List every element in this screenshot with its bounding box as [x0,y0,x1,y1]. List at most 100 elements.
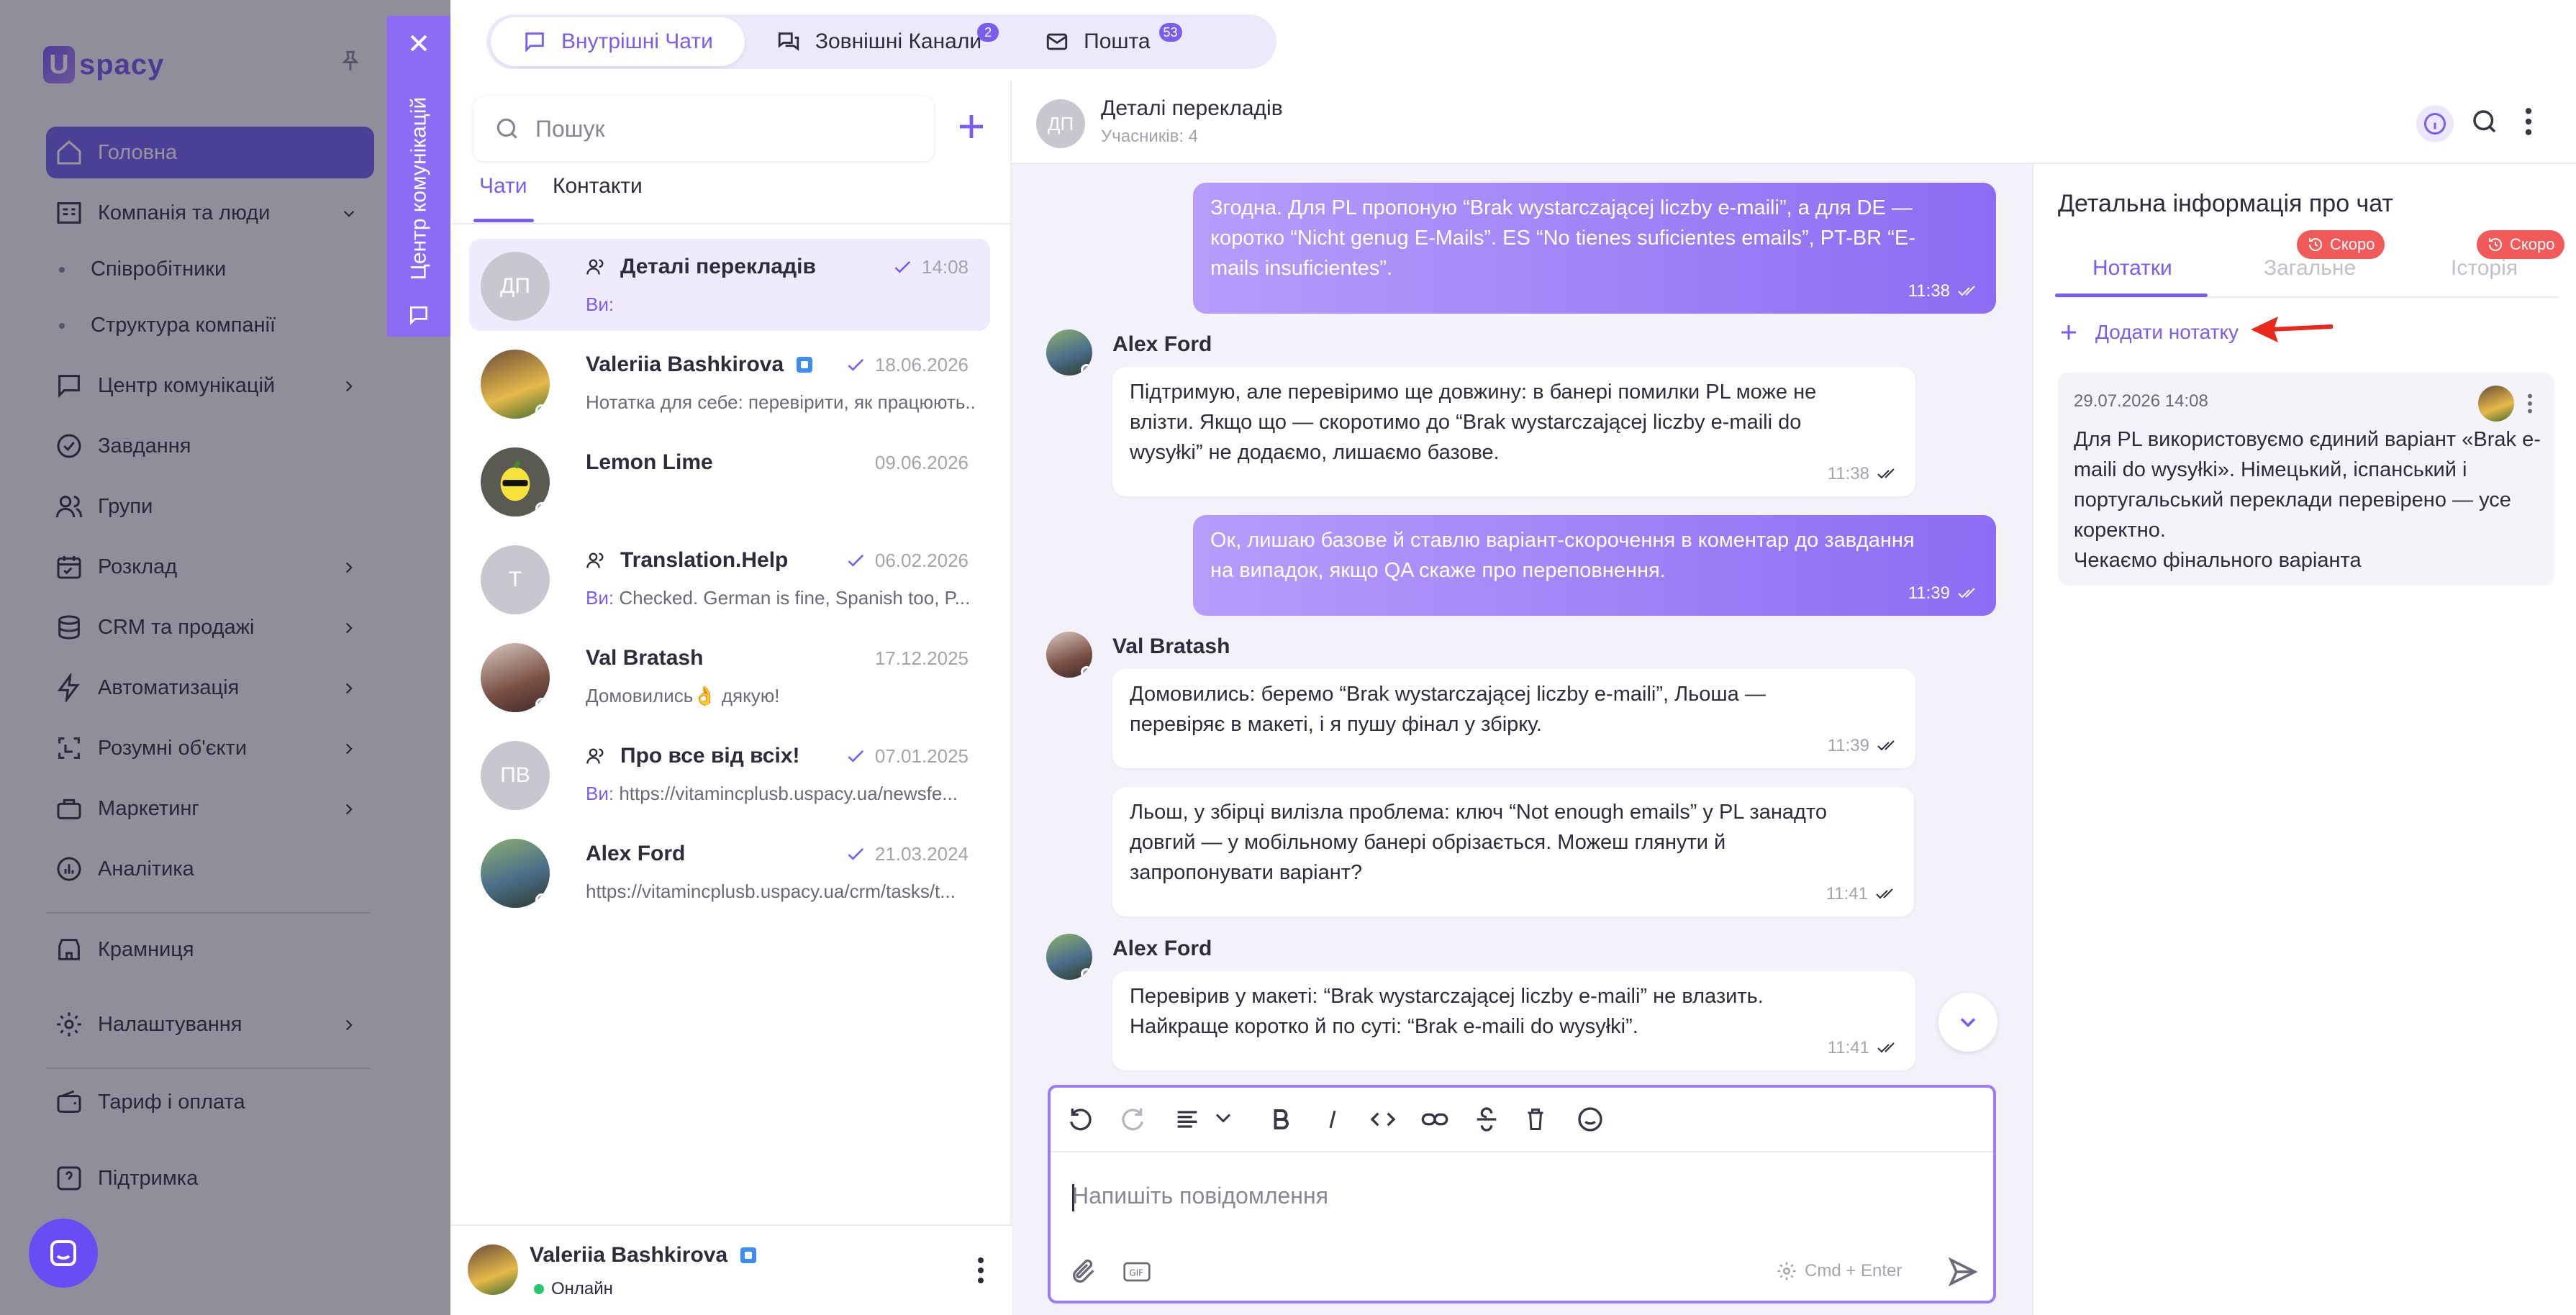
gif-icon[interactable]: GIF [1123,1260,1151,1283]
code-icon[interactable] [1369,1105,1397,1134]
chat-list-item[interactable]: ПВ Про все від всіх! 07.01.2025 Ви: http… [469,728,990,820]
message-text: Підтримую, але перевіримо ще довжину: в … [1130,381,1817,464]
message-outgoing[interactable]: Ок, лишаю базове й ставлю варіант-скороч… [1193,515,1996,616]
chat-bubble-icon [522,29,547,54]
message-incoming[interactable]: Домовились: беремо “Brak wystarczającej … [1112,669,1915,768]
new-chat-button[interactable] [954,109,989,144]
chat-name: Про все від всіх! [586,744,800,768]
double-check-icon [1877,739,1898,753]
info-button[interactable] [2416,105,2454,142]
chat-list-item[interactable]: Alex Ford 21.03.2024 https://vitamincplu… [469,826,990,918]
user-status[interactable]: Онлайн [534,1279,613,1299]
chat-name: Val Bratash [586,646,704,670]
chat-preview: Домовились👌 дякую! [586,685,780,706]
current-user-name: Valeriia Bashkirova [530,1243,757,1268]
chat-details-panel: Детальна інформація про чат Нотатки Зага… [2032,164,2576,1315]
sender-name[interactable]: Alex Ford [1112,937,1212,961]
link-icon[interactable] [1420,1105,1449,1134]
align-icon[interactable] [1173,1105,1202,1134]
italic-icon[interactable] [1320,1105,1346,1134]
tab-underline [473,219,534,222]
tab-external-channels[interactable]: Зовнішні Канали 2 [745,17,1013,66]
avatar[interactable] [468,1245,518,1295]
offline-indicator [535,893,548,906]
chat-date: 06.02.2026 [846,550,969,572]
check-icon [893,260,913,276]
chat-avatar[interactable]: ДП [1036,99,1085,148]
search-icon[interactable] [2470,106,2500,137]
strikethrough-icon[interactable] [1472,1105,1501,1134]
more-vertical-icon[interactable] [976,1256,986,1285]
message-incoming[interactable]: Підтримую, але перевіримо ще довжину: в … [1112,367,1915,496]
soon-badge: Скоро [2297,230,2385,259]
tab-label: Пошта [1084,29,1151,53]
scroll-to-bottom-button[interactable] [1938,993,1997,1052]
gear-icon [1776,1260,1797,1282]
tab-history[interactable]: Історія [2451,256,2518,281]
message-time: 11:38 [1908,276,1979,306]
online-indicator [534,1284,544,1294]
chevron-down-icon[interactable] [1210,1105,1236,1131]
chat-name: Lemon Lime [586,450,713,474]
tab-chats[interactable]: Чати [479,174,527,199]
chat-preview: Ви: Checked. German is fine, Spanish too… [586,587,971,609]
clear-format-icon[interactable] [1523,1105,1548,1134]
chat-list-item[interactable]: ДП Деталі перекладів 14:08 Ви: [469,239,990,331]
channels-icon [776,29,801,54]
chat-title[interactable]: Деталі перекладів [1101,96,1283,121]
offline-indicator [535,502,548,515]
svg-text:GIF: GIF [1129,1268,1143,1278]
chat-list-panel: Пошук Чати Контакти ДП Деталі перекладів… [450,81,1012,1315]
modal-overlay[interactable] [0,0,450,1315]
tab-mail[interactable]: Пошта 53 [1013,17,1182,66]
avatar[interactable] [1046,934,1092,980]
message-incoming[interactable]: Льош, у збірці вилізла проблема: ключ “N… [1112,787,1914,916]
redo-icon[interactable] [1118,1105,1147,1134]
emoji-icon[interactable] [1576,1105,1605,1134]
send-shortcut-hint[interactable]: Cmd + Enter [1776,1260,1902,1282]
chat-list-item[interactable]: Lemon Lime 09.06.2026 [469,434,990,527]
bold-icon[interactable] [1268,1105,1294,1134]
message-text: Льош, у збірці вилізла проблема: ключ “N… [1130,801,1827,884]
avatar [481,350,550,419]
comm-center-tab[interactable]: Центр комунікацій [387,16,450,337]
message-outgoing[interactable]: Згодна. Для PL пропоную “Brak wystarczaj… [1193,183,1996,314]
verified-icon [740,1247,757,1263]
add-note-button[interactable]: Додати нотатку [2058,321,2239,344]
tab-notes[interactable]: Нотатки [2092,256,2172,281]
help-chat-button[interactable] [29,1219,98,1288]
avatar[interactable] [1046,632,1092,678]
check-icon [846,847,866,863]
undo-icon[interactable] [1066,1105,1095,1134]
message-text: Домовились: беремо “Brak wystarczającej … [1130,683,1766,736]
message-incoming[interactable]: Перевірив у макеті: “Brak wystarczającej… [1112,971,1915,1070]
check-icon [846,358,866,373]
attach-icon[interactable] [1069,1257,1098,1286]
chat-name: Translation.Help [586,548,788,573]
more-vertical-icon[interactable] [2526,393,2534,414]
message-input[interactable]: Напишіть повідомлення [1051,1154,1993,1240]
more-vertical-icon[interactable] [2523,106,2534,137]
participants-count: Учасників: 4 [1101,127,1199,146]
avatar [2478,386,2514,422]
chat-list-item[interactable]: Valeriia Bashkirova 18.06.2026 Нотатка д… [469,337,990,429]
message-text: Перевірив у макеті: “Brak wystarczającej… [1130,985,1764,1038]
send-icon[interactable] [1947,1256,1979,1288]
group-icon [586,257,606,277]
tab-internal-chats[interactable]: Внутрішні Чати [491,17,745,66]
sender-name[interactable]: Alex Ford [1112,332,1212,357]
sender-name[interactable]: Val Bratash [1112,634,1230,659]
chat-list-item[interactable]: Val Bratash 17.12.2025 Домовились👌 дякую… [469,630,990,722]
search-input[interactable]: Пошук [473,96,934,161]
close-icon[interactable] [404,29,433,58]
tab-label: Внутрішні Чати [561,29,713,53]
chat-date: 18.06.2026 [846,354,969,376]
note-date: 29.07.2026 14:08 [2074,391,2208,411]
info-icon [2424,113,2446,135]
tab-contacts[interactable]: Контакти [553,174,643,199]
note-card[interactable]: 29.07.2026 14:08 Для PL використовуємо є… [2058,373,2554,586]
chat-list-item[interactable]: T Translation.Help 06.02.2026 Ви: Checke… [469,532,990,624]
chat-name: Alex Ford [586,842,686,865]
avatar[interactable] [1046,329,1092,376]
tab-general[interactable]: Загальне [2264,256,2356,281]
